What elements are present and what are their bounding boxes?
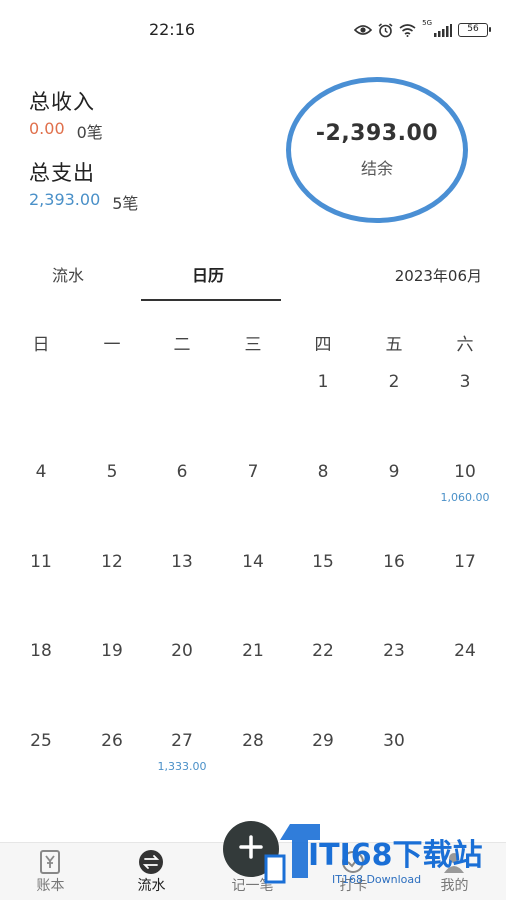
calendar-day[interactable]: 26: [77, 731, 147, 751]
weekday-label: 日: [32, 335, 50, 355]
calendar-day[interactable]: 3: [430, 372, 500, 392]
calendar-day[interactable]: 1: [288, 372, 358, 392]
day-amount: 1,333.00: [157, 760, 207, 773]
signal-icon: [434, 23, 452, 37]
eye-icon: [354, 24, 373, 36]
calendar-day[interactable]: 25: [6, 731, 76, 751]
calendar-day[interactable]: 17: [430, 552, 500, 572]
calendar-day[interactable]: 9: [359, 462, 429, 482]
wifi-icon: [399, 23, 416, 37]
month-picker[interactable]: 2023年06月: [395, 265, 482, 286]
watermark: ITI68下载站 IT168 Download: [262, 818, 502, 898]
expense-amount: 2,393.00: [29, 190, 101, 209]
battery-icon: 56: [458, 23, 491, 37]
network-label: 5G: [422, 19, 432, 27]
tab-underline: [141, 299, 281, 301]
calendar-day[interactable]: 30: [359, 731, 429, 751]
weekday-label: 六: [456, 335, 474, 355]
calendar-day[interactable]: 18: [6, 641, 76, 661]
weekday-label: 一: [103, 335, 121, 355]
income-amount: 0.00: [29, 119, 65, 138]
calendar-day[interactable]: 11: [6, 552, 76, 572]
nav-label-ledger: 账本: [36, 878, 65, 894]
tab-flow[interactable]: 流水: [52, 262, 84, 286]
income-row: 0.00 0笔: [29, 119, 103, 143]
nav-label-flow: 流水: [137, 878, 166, 894]
balance-circle[interactable]: -2,393.00 结余: [286, 77, 468, 223]
balance-value: -2,393.00: [315, 121, 439, 146]
expense-label: 总支出: [29, 161, 95, 185]
calendar-day[interactable]: 19: [77, 641, 147, 661]
nav-item-ledger[interactable]: 账本: [0, 843, 101, 900]
calendar-day[interactable]: 5: [77, 462, 147, 482]
flow-icon: [135, 849, 167, 875]
status-icons: 5G 56: [354, 19, 491, 40]
status-time: 22:16: [148, 20, 196, 39]
calendar-day[interactable]: 12: [77, 552, 147, 572]
income-label: 总收入: [29, 90, 95, 114]
calendar-day[interactable]: 27: [147, 731, 217, 751]
expense-row: 2,393.00 5笔: [29, 190, 138, 214]
weekday-label: 三: [244, 335, 262, 355]
watermark-text: ITI68下载站: [308, 838, 483, 873]
calendar-day[interactable]: 6: [147, 462, 217, 482]
calendar-day[interactable]: 16: [359, 552, 429, 572]
calendar-day[interactable]: 15: [288, 552, 358, 572]
nav-item-flow[interactable]: 流水: [101, 843, 202, 900]
calendar-day[interactable]: 21: [218, 641, 288, 661]
calendar-day[interactable]: 20: [147, 641, 217, 661]
balance-label: 结余: [360, 159, 393, 178]
calendar-day[interactable]: 29: [288, 731, 358, 751]
calendar-day[interactable]: 28: [218, 731, 288, 751]
calendar-day[interactable]: 7: [218, 462, 288, 482]
alarm-icon: [378, 22, 393, 38]
calendar-day[interactable]: 10: [430, 462, 500, 482]
weekday-label: 五: [385, 335, 403, 355]
calendar-day[interactable]: 22: [288, 641, 358, 661]
weekday-label: 二: [173, 335, 191, 355]
expense-count: 5笔: [112, 194, 139, 213]
calendar-day[interactable]: 14: [218, 552, 288, 572]
calendar-day[interactable]: 13: [147, 552, 217, 572]
status-bar: 22:16 5G 56: [0, 0, 506, 58]
day-amount: 1,060.00: [440, 491, 490, 504]
tab-calendar[interactable]: 日历: [192, 262, 224, 286]
income-count: 0笔: [76, 123, 103, 142]
ledger-icon: [34, 849, 66, 875]
calendar-day[interactable]: 4: [6, 462, 76, 482]
weekday-label: 四: [314, 335, 332, 355]
plus-icon: [238, 834, 264, 864]
calendar-day[interactable]: 2: [359, 372, 429, 392]
calendar-day[interactable]: 23: [359, 641, 429, 661]
watermark-subtext: IT168 Download: [332, 873, 422, 886]
calendar-day[interactable]: 8: [288, 462, 358, 482]
calendar-day[interactable]: 24: [430, 641, 500, 661]
